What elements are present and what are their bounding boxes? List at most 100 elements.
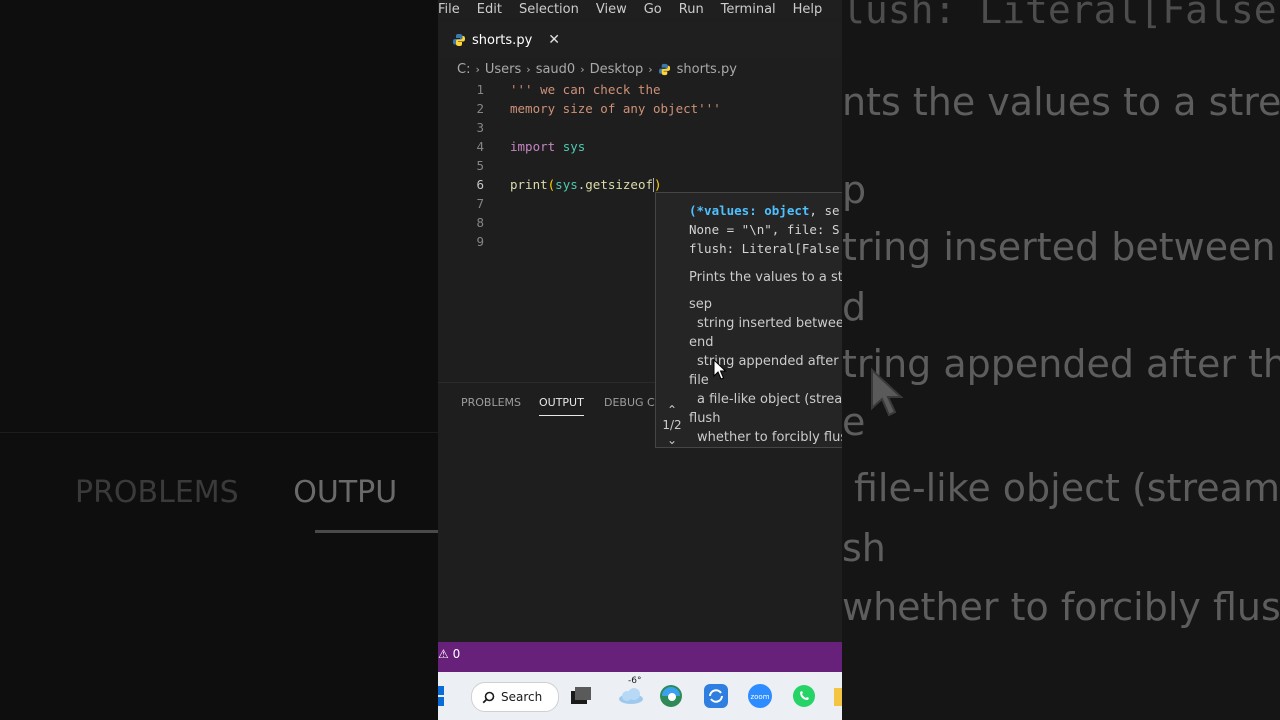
- code-text: print(sys.getsizeof): [510, 177, 662, 193]
- start-icon[interactable]: [438, 684, 444, 708]
- breadcrumb-item[interactable]: Desktop: [590, 62, 644, 77]
- background-tab-problems: PROBLEMS: [75, 475, 239, 510]
- param-name: flush: [689, 411, 721, 426]
- background-text: d: [842, 285, 867, 329]
- line-number: 7: [476, 196, 484, 211]
- background-text: p: [842, 168, 867, 212]
- tab-output[interactable]: OUTPUT: [539, 396, 584, 416]
- code-line[interactable]: 1 ''' we can check the: [438, 80, 842, 99]
- breadcrumb-item[interactable]: saud0: [536, 62, 576, 77]
- code-token: getsizeof: [585, 176, 654, 192]
- task-view-icon[interactable]: [569, 684, 593, 708]
- background-left: PROBLEMS OUTPU: [0, 0, 438, 720]
- code-token: memory size of any object''': [510, 101, 721, 116]
- close-icon[interactable]: ✕: [548, 32, 560, 48]
- svg-text:zoom: zoom: [750, 693, 769, 701]
- code-line[interactable]: 4 import sys: [438, 137, 842, 156]
- weather-widget[interactable]: -6°: [616, 676, 646, 708]
- menu-selection[interactable]: Selection: [511, 2, 588, 17]
- warning-icon: ⚠: [438, 647, 449, 661]
- line-number: 6: [476, 177, 484, 192]
- line-number: 4: [476, 139, 484, 154]
- vscode-window: File Edit Selection View Go Run Terminal…: [438, 0, 842, 720]
- line-number: 8: [476, 215, 484, 230]
- param-desc: whether to forcibly flush: [697, 430, 842, 445]
- param-name: end: [689, 335, 714, 350]
- background-text: sh: [842, 526, 886, 570]
- menu-help[interactable]: Help: [785, 2, 832, 17]
- background-right: lush: Literal[False nts the values to a …: [842, 0, 1280, 720]
- chevron-right-icon: ›: [475, 62, 480, 76]
- line-number: 2: [476, 101, 484, 116]
- signature-text: None = "\n", file: S: [689, 222, 840, 237]
- background-cursor-icon: [871, 368, 904, 417]
- status-bar: ⚠ 0: [438, 642, 842, 672]
- status-problems[interactable]: ⚠ 0: [438, 647, 460, 661]
- code-token: print: [510, 176, 548, 192]
- search-icon: [482, 691, 495, 703]
- signature-text: flush: Literal[False: [689, 241, 840, 256]
- sync-app-icon[interactable]: [704, 684, 728, 708]
- file-explorer-icon[interactable]: [834, 684, 842, 708]
- param-desc: a file-like object (stream: [697, 392, 842, 407]
- python-file-icon: [658, 63, 670, 75]
- line-number: 9: [476, 234, 484, 249]
- zoom-app-icon[interactable]: zoom: [748, 684, 772, 708]
- edge-browser-icon[interactable]: [659, 684, 683, 708]
- taskbar-search[interactable]: Search: [471, 682, 559, 712]
- tab-problems[interactable]: PROBLEMS: [461, 396, 521, 409]
- background-tab-underline: [315, 530, 438, 533]
- menu-file[interactable]: File: [438, 2, 469, 17]
- whatsapp-icon[interactable]: [792, 684, 816, 708]
- menu-edit[interactable]: Edit: [469, 2, 511, 17]
- signature-active-param: (*values: object: [689, 203, 810, 218]
- line-number: 3: [476, 120, 484, 135]
- signature-text: , se: [809, 203, 840, 218]
- signature: (*values: object, se None = "\n", file: …: [689, 201, 840, 258]
- code-text: memory size of any object''': [510, 101, 721, 116]
- overload-pager: ⌃ 1/2 ⌄: [660, 403, 684, 447]
- warning-count: 0: [452, 647, 461, 661]
- menu-bar: File Edit Selection View Go Run Terminal…: [438, 0, 842, 19]
- weather-temp: -6°: [628, 676, 642, 686]
- code-line[interactable]: 3: [438, 118, 842, 137]
- background-tab-output: OUTPU: [293, 475, 398, 510]
- chevron-down-icon[interactable]: ⌄: [660, 433, 684, 447]
- background-text: lush: Literal[False: [842, 0, 1277, 32]
- code-token: sys: [555, 176, 578, 192]
- line-number: 5: [476, 158, 484, 173]
- code-token: import: [510, 139, 556, 154]
- chevron-right-icon: ›: [580, 62, 585, 76]
- overload-count: 1/2: [662, 418, 682, 432]
- code-token: ''' we can check the: [510, 82, 661, 97]
- param-desc: string inserted between: [697, 316, 842, 331]
- background-text: nts the values to a stre: [842, 80, 1280, 124]
- menu-terminal[interactable]: Terminal: [713, 2, 785, 17]
- code-text: import sys: [510, 139, 585, 154]
- background-text: e: [842, 400, 866, 444]
- param-name: sep: [689, 297, 713, 312]
- python-file-icon: [453, 34, 465, 46]
- tab-shorts-py[interactable]: shorts.py ✕: [438, 22, 564, 58]
- signature-help-popup: (*values: object, se None = "\n", file: …: [655, 192, 842, 448]
- breadcrumb-item[interactable]: Users: [485, 62, 521, 77]
- breadcrumb-item[interactable]: C:: [457, 62, 470, 77]
- code-line[interactable]: 2 memory size of any object''': [438, 99, 842, 118]
- line-number: 1: [476, 82, 484, 97]
- signature-description: Prints the values to a stre: [689, 270, 842, 285]
- tab-label: shorts.py: [472, 32, 533, 48]
- chevron-up-icon[interactable]: ⌃: [660, 403, 684, 418]
- chevron-right-icon: ›: [648, 62, 653, 76]
- menu-run[interactable]: Run: [671, 2, 713, 17]
- menu-go[interactable]: Go: [636, 2, 671, 17]
- cloud-icon: [619, 688, 643, 704]
- background-panel-tabs: PROBLEMS OUTPU: [75, 475, 438, 510]
- editor-tab-bar: shorts.py ✕: [438, 22, 842, 58]
- code-token: sys: [562, 139, 586, 154]
- menu-view[interactable]: View: [588, 2, 636, 17]
- code-line[interactable]: 5: [438, 156, 842, 175]
- breadcrumb-item[interactable]: shorts.py: [677, 62, 737, 77]
- background-text: whether to forcibly flush: [842, 585, 1280, 629]
- code-text: ''' we can check the: [510, 82, 661, 97]
